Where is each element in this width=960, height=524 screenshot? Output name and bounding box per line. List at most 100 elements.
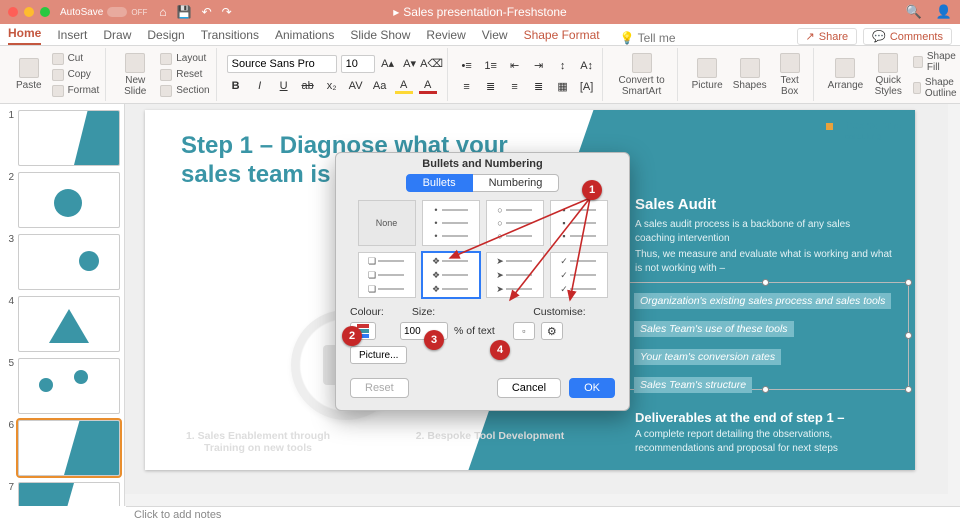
selected-textbox[interactable]: Organization's existing sales process an…: [623, 282, 909, 390]
bullet-option-disc[interactable]: •••: [422, 200, 480, 246]
slide-thumbnails[interactable]: 1 2 3 4 5 6 7 8: [0, 104, 125, 506]
tab-review[interactable]: Review: [426, 25, 465, 45]
subscript-button[interactable]: x₂: [323, 78, 341, 94]
font-size-combo[interactable]: [341, 55, 375, 73]
customise-gear-button[interactable]: ⚙: [541, 322, 563, 340]
tell-me[interactable]: 💡Tell me: [620, 31, 676, 45]
home-icon[interactable]: ⌂: [159, 5, 166, 19]
switch-icon[interactable]: [107, 7, 127, 17]
shapes-button[interactable]: Shapes: [729, 48, 771, 101]
customise-char-button[interactable]: ▫: [513, 322, 535, 340]
line-spacing-button[interactable]: ↕: [554, 58, 572, 74]
tab-animations[interactable]: Animations: [275, 25, 334, 45]
tab-insert[interactable]: Insert: [57, 25, 87, 45]
comments-button[interactable]: 💬Comments: [863, 28, 952, 45]
shadow-button[interactable]: AV: [347, 78, 365, 94]
decrease-font-icon[interactable]: A▾: [401, 55, 419, 71]
bullet-item[interactable]: Your team's conversion rates: [634, 349, 781, 365]
font-name-combo[interactable]: [227, 55, 337, 73]
format-painter-button[interactable]: Format: [52, 84, 100, 98]
bullet-option-box[interactable]: ❏❏❏: [358, 252, 416, 298]
columns-button[interactable]: ▦: [554, 79, 572, 95]
numbering-button[interactable]: 1≡: [482, 58, 500, 74]
sales-audit-p1[interactable]: A sales audit process is a backbone of a…: [635, 218, 885, 246]
undo-icon[interactable]: ↶: [202, 5, 212, 19]
vertical-scrollbar[interactable]: [948, 104, 960, 506]
thumbnail-1[interactable]: [18, 110, 120, 166]
notes-pane[interactable]: Click to add notes: [126, 506, 960, 524]
arrange-button[interactable]: Arrange: [824, 48, 868, 101]
paste-button[interactable]: Paste: [12, 48, 46, 101]
tab-transitions[interactable]: Transitions: [201, 25, 259, 45]
tab-slideshow[interactable]: Slide Show: [350, 25, 410, 45]
indent-right-button[interactable]: ⇥: [530, 58, 548, 74]
redo-icon[interactable]: ↷: [222, 5, 232, 19]
thumbnail-4[interactable]: [18, 296, 120, 352]
bullet-option-circle[interactable]: ○○○: [486, 200, 544, 246]
bullet-item[interactable]: Sales Team's structure: [634, 377, 752, 393]
align-text-button[interactable]: [A]: [578, 79, 596, 95]
bullet-item[interactable]: Organization's existing sales process an…: [634, 293, 891, 309]
dialog-reset-button[interactable]: Reset: [350, 378, 409, 398]
align-right-button[interactable]: ≡: [506, 79, 524, 95]
justify-button[interactable]: ≣: [530, 79, 548, 95]
thumbnail-6[interactable]: [18, 420, 120, 476]
thumbnail-7[interactable]: [18, 482, 120, 506]
minimize-icon[interactable]: [24, 7, 34, 17]
indent-left-button[interactable]: ⇤: [506, 58, 524, 74]
account-icon[interactable]: 👤: [936, 4, 952, 20]
deliverables-heading[interactable]: Deliverables at the end of step 1 –: [635, 410, 845, 425]
shape-outline-button[interactable]: Shape Outline: [913, 76, 960, 100]
strike-button[interactable]: ab: [299, 78, 317, 94]
shape-fill-button[interactable]: Shape Fill: [913, 50, 960, 74]
reset-button[interactable]: Reset: [160, 68, 209, 82]
dialog-tab-bullets[interactable]: Bullets: [406, 174, 473, 192]
picture-bullet-button[interactable]: Picture...: [350, 346, 407, 364]
convert-smartart-button[interactable]: Convert to SmartArt: [613, 48, 671, 101]
dialog-tab-numbering[interactable]: Numbering: [473, 174, 560, 192]
tab-home[interactable]: Home: [8, 23, 41, 45]
textbox-button[interactable]: Text Box: [773, 48, 807, 101]
bullet-option-none[interactable]: None: [358, 200, 416, 246]
thumbnail-3[interactable]: [18, 234, 120, 290]
save-icon[interactable]: 💾: [177, 5, 192, 19]
tab-draw[interactable]: Draw: [103, 25, 131, 45]
bullet-option-arrow[interactable]: ➤➤➤: [486, 252, 544, 298]
share-button[interactable]: ↗Share: [797, 28, 858, 45]
bullet-option-square[interactable]: ▪▪▪: [550, 200, 608, 246]
maximize-icon[interactable]: [40, 7, 50, 17]
section-button[interactable]: Section: [160, 84, 209, 98]
thumbnail-2[interactable]: [18, 172, 120, 228]
cut-button[interactable]: Cut: [52, 52, 100, 66]
tab-view[interactable]: View: [482, 25, 508, 45]
bullet-item[interactable]: Sales Team's use of these tools: [634, 321, 794, 337]
align-center-button[interactable]: ≣: [482, 79, 500, 95]
deliverables-text[interactable]: A complete report detailing the observat…: [635, 428, 895, 456]
highlight-button[interactable]: A: [395, 78, 413, 94]
quick-styles-button[interactable]: Quick Styles: [869, 48, 907, 101]
font-color-button[interactable]: A: [419, 78, 437, 94]
copy-button[interactable]: Copy: [52, 68, 100, 82]
bullets-button[interactable]: •≡: [458, 58, 476, 74]
bold-button[interactable]: B: [227, 78, 245, 94]
align-left-button[interactable]: ≡: [458, 79, 476, 95]
bullet-option-diamond[interactable]: ❖❖❖: [422, 252, 480, 298]
layout-button[interactable]: Layout: [160, 52, 209, 66]
sales-audit-heading[interactable]: Sales Audit: [635, 196, 716, 213]
autosave-toggle[interactable]: AutoSave OFF: [60, 7, 147, 18]
thumbnail-5[interactable]: [18, 358, 120, 414]
clear-format-icon[interactable]: A⌫: [423, 55, 441, 71]
tab-shape-format[interactable]: Shape Format: [524, 25, 600, 45]
new-slide-button[interactable]: New Slide: [116, 48, 154, 101]
horizontal-scrollbar[interactable]: [125, 494, 948, 506]
search-icon[interactable]: 🔍: [906, 4, 922, 20]
dialog-ok-button[interactable]: OK: [569, 378, 615, 398]
underline-button[interactable]: U: [275, 78, 293, 94]
sales-audit-p2[interactable]: Thus, we measure and evaluate what is wo…: [635, 248, 895, 276]
picture-button[interactable]: Picture: [688, 48, 727, 101]
close-icon[interactable]: [8, 7, 18, 17]
dialog-cancel-button[interactable]: Cancel: [497, 378, 561, 398]
change-case-button[interactable]: Aa: [371, 78, 389, 94]
italic-button[interactable]: I: [251, 78, 269, 94]
tab-design[interactable]: Design: [147, 25, 184, 45]
